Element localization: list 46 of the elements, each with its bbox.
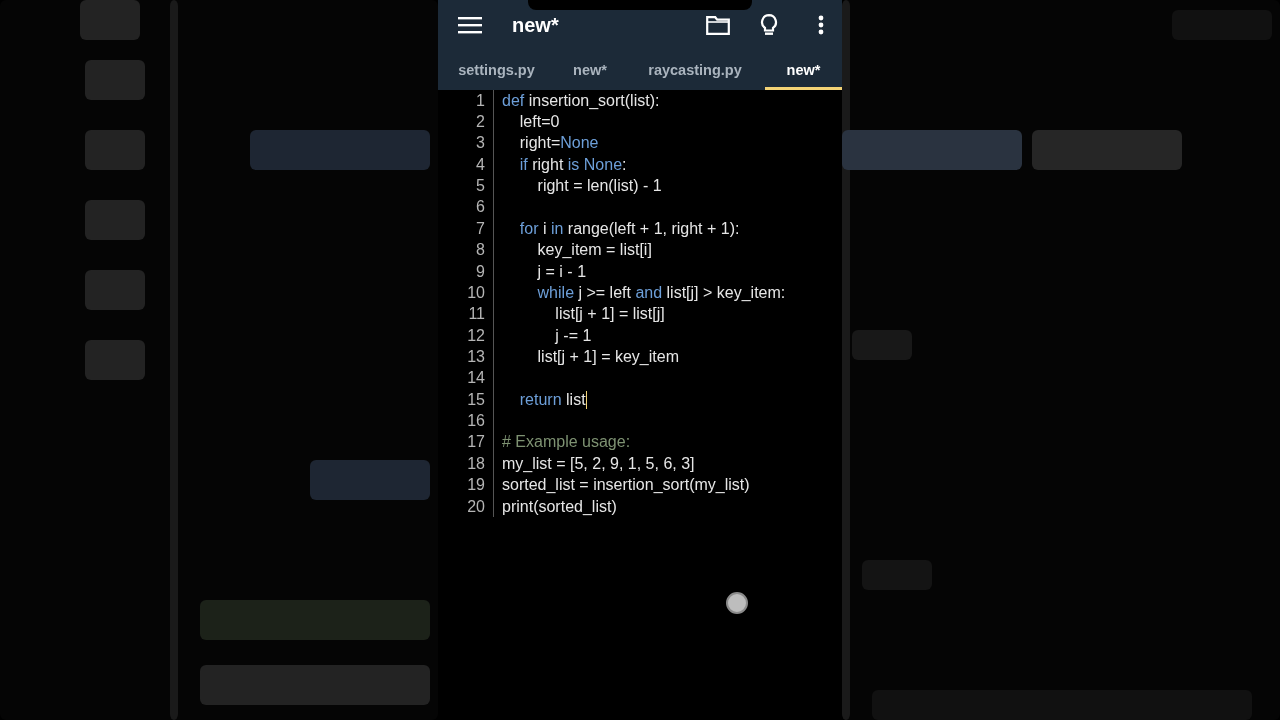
menu-icon[interactable] [458, 16, 482, 34]
code-line: while j >= left and list[j] > key_item: [536, 282, 786, 303]
line-number: 10 [466, 282, 485, 303]
line-number: 15 [466, 389, 485, 410]
line-number: 16 [466, 411, 485, 432]
code-line: return list [518, 389, 586, 410]
line-number: 2 [475, 112, 485, 133]
code-line: my_list = [5, 2, 9, 1, 5, 6, 3] [502, 453, 695, 474]
line-number: 14 [466, 368, 485, 389]
code-line: if right is None: [518, 154, 627, 175]
code-line: print(sorted_list) [502, 496, 617, 517]
code-line: def insertion_sort(list): [502, 90, 660, 111]
code-line: sorted_list = insertion_sort(my_list) [502, 475, 750, 496]
line-number: 3 [475, 133, 485, 154]
code-line: j -= 1 [554, 325, 592, 346]
line-number: 20 [466, 496, 485, 517]
more-options-icon[interactable] [818, 15, 824, 35]
file-tab[interactable]: settings.py [438, 60, 555, 90]
file-tab[interactable]: new* [555, 60, 625, 90]
line-number: 11 [467, 304, 485, 325]
line-number: 19 [466, 475, 485, 496]
code-line: right = len(list) - 1 [536, 176, 662, 197]
line-number: 6 [475, 197, 485, 218]
file-tab[interactable]: raycasting.py [625, 60, 765, 90]
lightbulb-icon[interactable] [760, 14, 778, 36]
line-number: 9 [475, 261, 485, 282]
line-number: 18 [466, 453, 485, 474]
code-line: # Example usage: [502, 432, 631, 453]
line-number: 7 [475, 218, 485, 239]
line-number: 4 [475, 154, 485, 175]
file-title: new* [512, 13, 560, 38]
line-number: 1 [475, 90, 485, 111]
line-number: 17 [466, 432, 485, 453]
code-line: key_item = list[i] [536, 240, 652, 261]
code-line: right=None [518, 133, 599, 154]
folder-icon[interactable] [706, 15, 730, 35]
code-line: left=0 [518, 112, 560, 133]
code-line: list[j + 1] = key_item [536, 347, 679, 367]
line-number: 13 [466, 347, 485, 367]
code-line: for i in range(left + 1, right + 1): [518, 218, 740, 239]
line-number: 12 [466, 325, 485, 346]
line-number: 8 [475, 240, 485, 261]
code-line: list[j + 1] = list[j] [554, 304, 665, 325]
line-number: 5 [475, 176, 485, 197]
touch-indicator [726, 592, 748, 615]
code-line: j = i - 1 [536, 261, 587, 282]
